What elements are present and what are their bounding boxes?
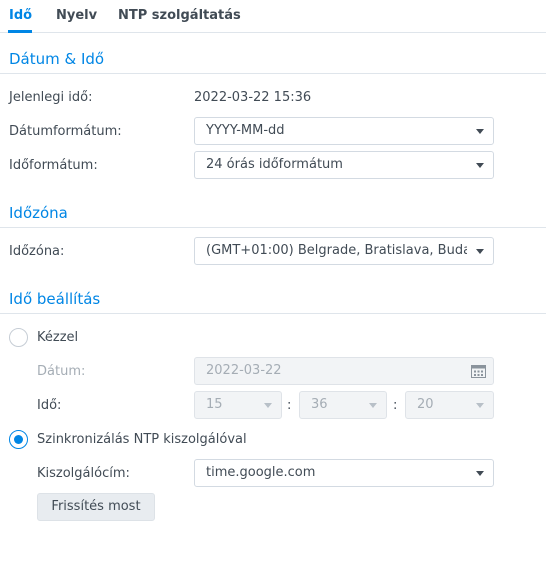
- second-select[interactable]: 20: [405, 391, 494, 419]
- time-separator: :: [393, 398, 398, 413]
- date-input-value: 2022-03-22: [206, 363, 282, 378]
- server-address-select[interactable]: time.google.com: [194, 459, 494, 487]
- timezone-section-title: Időzóna: [9, 204, 68, 222]
- time-format-label: Időformátum:: [9, 158, 98, 173]
- caret-down-icon: [476, 249, 484, 254]
- tab-time[interactable]: Idő: [9, 8, 32, 23]
- timezone-select[interactable]: (GMT+01:00) Belgrade, Bratislava, Budape…: [194, 237, 494, 265]
- time-format-value: 24 órás időformátum: [206, 157, 343, 172]
- time-separator: :: [287, 398, 292, 413]
- current-time-label: Jelenlegi idő:: [9, 90, 93, 105]
- date-format-label: Dátumformátum:: [9, 124, 122, 139]
- ntp-sync-radio[interactable]: [9, 430, 28, 449]
- second-value: 20: [417, 397, 434, 412]
- timezone-value: (GMT+01:00) Belgrade, Bratislava, Budape…: [206, 243, 467, 258]
- date-time-section-title: Dátum & Idő: [9, 50, 105, 68]
- tab-bar: Idő Nyelv NTP szolgáltatás: [0, 0, 546, 33]
- caret-down-icon: [264, 403, 272, 408]
- tab-language[interactable]: Nyelv: [56, 8, 97, 23]
- date-label: Dátum:: [37, 364, 86, 379]
- hour-select[interactable]: 15: [194, 391, 282, 419]
- section-divider: [0, 73, 546, 74]
- time-format-select[interactable]: 24 órás időformátum: [194, 151, 494, 179]
- active-tab-indicator: [8, 30, 32, 33]
- update-now-button[interactable]: Frissítés most: [37, 493, 155, 521]
- manual-radio-label[interactable]: Kézzel: [37, 330, 78, 345]
- section-divider: [0, 227, 546, 228]
- caret-down-icon: [476, 129, 484, 134]
- calendar-icon[interactable]: [471, 364, 486, 378]
- time-label: Idő:: [37, 398, 62, 413]
- hour-value: 15: [206, 397, 223, 412]
- caret-down-icon: [476, 163, 484, 168]
- minute-value: 36: [311, 397, 328, 412]
- timezone-label: Időzóna:: [9, 244, 65, 259]
- tab-ntp-service[interactable]: NTP szolgáltatás: [118, 8, 241, 23]
- ntp-sync-radio-label[interactable]: Szinkronizálás NTP kiszolgálóval: [37, 432, 247, 447]
- date-format-value: YYYY-MM-dd: [206, 123, 285, 138]
- caret-down-icon: [369, 403, 377, 408]
- minute-select[interactable]: 36: [299, 391, 387, 419]
- date-format-select[interactable]: YYYY-MM-dd: [194, 117, 494, 145]
- caret-down-icon: [476, 403, 484, 408]
- caret-down-icon: [476, 471, 484, 476]
- server-address-label: Kiszolgálócím:: [37, 466, 130, 481]
- section-divider: [0, 313, 546, 314]
- date-input[interactable]: 2022-03-22: [194, 357, 494, 385]
- current-time-value: 2022-03-22 15:36: [194, 90, 312, 105]
- server-address-value: time.google.com: [206, 465, 316, 480]
- manual-radio[interactable]: [9, 328, 28, 347]
- time-setting-section-title: Idő beállítás: [9, 290, 101, 308]
